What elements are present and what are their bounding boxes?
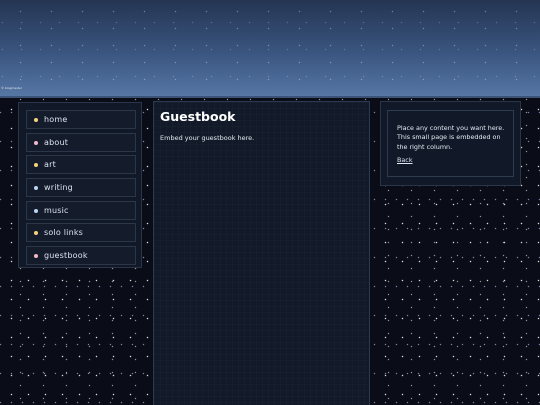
bullet-dot-icon [34, 162, 38, 167]
right-column-panel: Place any content you want here. This sm… [380, 101, 521, 186]
page-title: Guestbook [160, 109, 236, 124]
sidebar-item-about[interactable]: about [26, 133, 136, 152]
sidebar-item-label: art [44, 160, 56, 169]
bullet-dot-icon [34, 253, 38, 258]
sidebar-nav: home about art writing music solo links … [18, 102, 142, 268]
embedded-page-text: Place any content you want here. This sm… [397, 124, 505, 151]
back-link[interactable]: Back [397, 156, 413, 164]
guestbook-placeholder-text: Embed your guestbook here. [160, 134, 255, 142]
embedded-page-frame: Place any content you want here. This sm… [387, 110, 514, 177]
sidebar-item-home[interactable]: home [26, 110, 136, 129]
header-banner: © blogmaster [0, 0, 540, 98]
sidebar-item-solo-links[interactable]: solo links [26, 223, 136, 242]
sidebar-item-music[interactable]: music [26, 201, 136, 220]
sidebar-item-label: solo links [44, 228, 84, 237]
bullet-dot-icon [34, 230, 38, 235]
bullet-dot-icon [34, 117, 38, 122]
header-caption: © blogmaster [1, 86, 23, 90]
sidebar-item-guestbook[interactable]: guestbook [26, 246, 136, 265]
bullet-dot-icon [34, 140, 38, 145]
sidebar-item-art[interactable]: art [26, 155, 136, 174]
sidebar-item-label: writing [44, 183, 73, 192]
bullet-dot-icon [34, 185, 38, 190]
sidebar-item-label: about [44, 138, 69, 147]
sidebar-item-label: home [44, 115, 68, 124]
sidebar-item-label: guestbook [44, 251, 88, 260]
bullet-dot-icon [34, 208, 38, 213]
sidebar-item-writing[interactable]: writing [26, 178, 136, 197]
sidebar-item-label: music [44, 206, 69, 215]
main-content: Guestbook Embed your guestbook here. [153, 101, 370, 405]
